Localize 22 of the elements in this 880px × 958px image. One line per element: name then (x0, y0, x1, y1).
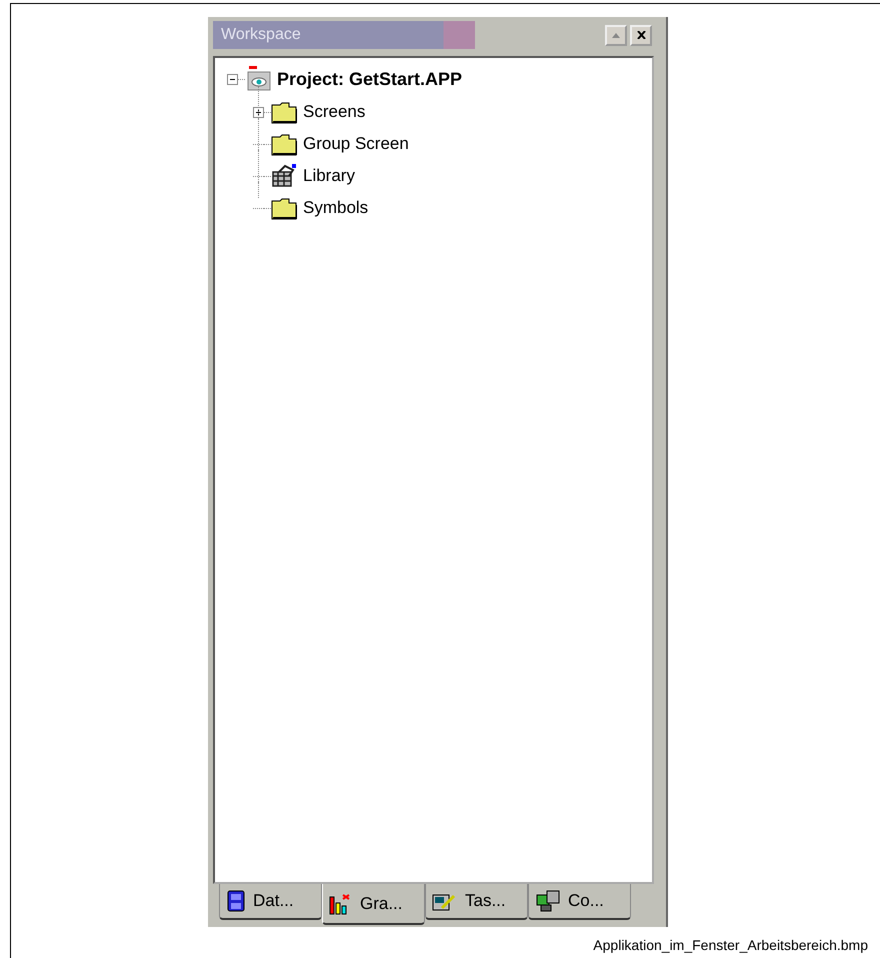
computers-icon (535, 889, 561, 913)
up-triangle-icon (612, 32, 620, 38)
tree-item-label[interactable]: Group Screen (303, 134, 409, 154)
close-icon (636, 31, 646, 39)
library-grid-icon (271, 164, 297, 188)
tree-item-label[interactable]: Library (303, 166, 355, 186)
tab[interactable]: Co... (528, 884, 631, 920)
panel-title: Workspace (220, 26, 301, 44)
folder-icon (271, 132, 297, 156)
tab[interactable]: Tas... (425, 884, 528, 920)
tree-item-label[interactable]: Project: GetStart.APP (277, 68, 462, 90)
tree-item-label[interactable]: Symbols (303, 198, 368, 218)
file-caption: Applikation_im_Fenster_Arbeitsbereich.bmp (593, 937, 868, 953)
expand-toggle[interactable] (253, 106, 264, 118)
tree-item-label[interactable]: Screens (303, 102, 366, 122)
tab[interactable]: Gra... (322, 884, 425, 925)
cabinet-icon (226, 890, 246, 912)
tab[interactable]: Dat... (219, 884, 322, 920)
folder-icon (271, 196, 297, 220)
collapse-toggle[interactable] (227, 74, 238, 84)
close-button[interactable] (630, 24, 652, 46)
folder-icon (271, 100, 297, 124)
